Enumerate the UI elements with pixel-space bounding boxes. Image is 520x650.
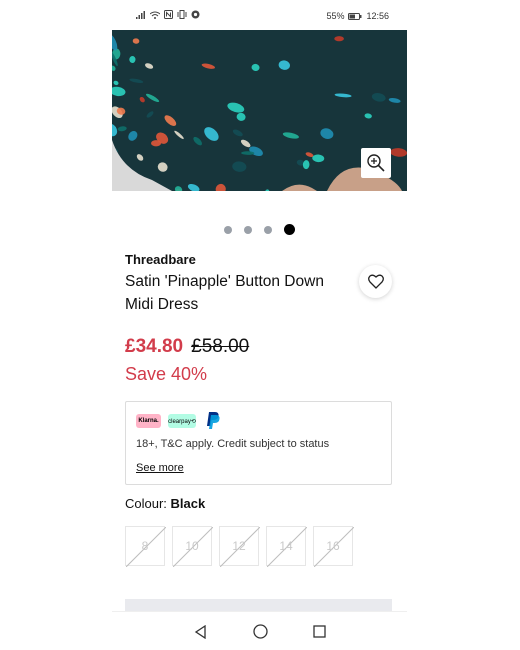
price-row: £34.80 £58.00 — [125, 336, 249, 358]
gallery-pagination — [112, 224, 407, 235]
home-icon[interactable] — [252, 624, 268, 639]
payment-options-box: Klarna. clearpay⟲ 18+, T&C apply. Credit… — [125, 401, 392, 485]
brand-name[interactable]: Threadbare — [125, 252, 196, 267]
size-label: 16 — [326, 539, 340, 553]
colour-row: Colour: Black — [125, 496, 205, 511]
zoom-in-icon — [367, 154, 385, 172]
zoom-button[interactable] — [361, 148, 391, 178]
gallery-dot[interactable] — [224, 225, 232, 234]
paypal-icon — [207, 412, 220, 429]
status-bar: 55% 12:56 — [112, 0, 407, 30]
heart-icon — [367, 274, 384, 289]
product-title: Satin 'Pinapple' Button Down Midi Dress — [125, 273, 324, 313]
credit-terms: 18+, T&C apply. Credit subject to status — [136, 438, 330, 450]
size-option[interactable]: 14 — [266, 526, 307, 567]
klarna-logo: Klarna. — [136, 414, 161, 428]
gallery-dot[interactable] — [284, 224, 295, 235]
size-label: 12 — [232, 539, 246, 553]
wifi-icon — [150, 11, 160, 19]
size-label: 14 — [279, 539, 293, 553]
size-selector: 8 10 12 14 16 — [125, 526, 354, 567]
colour-label: Colour: — [125, 496, 167, 511]
see-more-link[interactable]: See more — [136, 462, 184, 474]
system-navigation-bar — [112, 611, 407, 650]
original-price: £58.00 — [191, 336, 250, 357]
nfc-icon — [164, 10, 173, 19]
clock: 12:56 — [366, 11, 389, 21]
size-label: 8 — [141, 539, 149, 553]
clearpay-logo: clearpay⟲ — [168, 414, 196, 428]
recent-apps-icon[interactable] — [312, 625, 326, 638]
gallery-dot[interactable] — [264, 225, 272, 234]
product-image[interactable] — [112, 30, 407, 191]
back-icon[interactable] — [194, 624, 208, 639]
size-label: 10 — [185, 539, 199, 553]
save-to-wishlist-button[interactable] — [359, 265, 392, 298]
size-option[interactable]: 12 — [219, 526, 260, 567]
gallery-dot[interactable] — [244, 225, 252, 234]
size-option[interactable]: 8 — [125, 526, 166, 567]
current-price: £34.80 — [125, 336, 184, 357]
notification-icon — [191, 10, 200, 19]
size-option[interactable]: 10 — [172, 526, 213, 567]
colour-value: Black — [170, 496, 206, 511]
status-icons-left — [136, 10, 200, 19]
size-option[interactable]: 16 — [313, 526, 354, 567]
signal-icon — [136, 10, 145, 19]
vibrate-icon — [177, 10, 187, 19]
battery-percent: 55% — [326, 11, 345, 21]
discount-label: Save 40% — [125, 364, 208, 384]
status-icons-right: 55% 12:56 — [326, 11, 389, 21]
battery-icon — [348, 12, 362, 20]
phone-screen: 55% 12:56 Threadbare Satin 'Pinapple' Bu… — [112, 0, 407, 650]
